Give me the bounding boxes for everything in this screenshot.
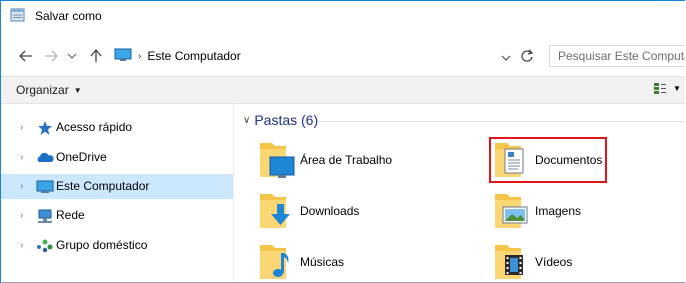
nav-item-label: Rede — [56, 208, 85, 222]
organize-button[interactable]: Organizar ▼ — [16, 83, 82, 97]
documents-highlight-box — [489, 137, 607, 183]
notepad-icon — [10, 8, 26, 22]
folder-music[interactable]: Músicas — [256, 237, 345, 282]
videos-folder-icon — [491, 239, 535, 282]
folder-videos[interactable]: Vídeos — [491, 237, 573, 282]
music-folder-icon — [256, 239, 300, 282]
navigation-bar: › Este Computador Pesquisar Este Computa… — [1, 41, 685, 71]
folder-label: Vídeos — [535, 255, 573, 269]
cloud-icon — [36, 150, 54, 166]
folder-label: Área de Trabalho — [300, 153, 393, 167]
nav-item-label: Acesso rápido — [56, 120, 133, 134]
computer-icon — [36, 179, 54, 195]
organize-label: Organizar — [16, 83, 69, 97]
window-title: Salvar como — [35, 9, 102, 23]
nav-item-label: Grupo doméstico — [56, 238, 148, 252]
search-input[interactable]: Pesquisar Este Computador — [549, 45, 685, 67]
nav-item-network[interactable]: › Rede — [1, 203, 233, 228]
network-icon — [36, 208, 54, 224]
nav-item-onedrive[interactable]: › OneDrive — [1, 145, 233, 170]
computer-icon — [114, 48, 132, 65]
folders-group-header[interactable]: ∨ Pastas (6) — [243, 112, 318, 128]
star-icon — [36, 120, 54, 136]
folder-pictures[interactable]: Imagens — [491, 186, 581, 236]
back-button[interactable] — [17, 47, 35, 65]
collapse-chevron-icon[interactable]: ∨ — [243, 115, 250, 126]
back-arrow-icon — [19, 50, 32, 62]
caret-down-icon: ▼ — [73, 85, 82, 95]
command-bar: Organizar ▼ ▼ — [1, 76, 685, 104]
address-bar[interactable]: › Este Computador — [114, 45, 538, 67]
view-options-icon — [654, 83, 666, 94]
chevron-down-icon — [67, 53, 77, 59]
nav-item-homegroup[interactable]: › Grupo doméstico — [1, 233, 233, 258]
group-divider — [318, 121, 685, 122]
folder-desktop[interactable]: Área de Trabalho — [256, 135, 392, 185]
pictures-folder-icon — [491, 188, 535, 234]
group-title: Pastas (6) — [254, 112, 319, 128]
breadcrumb-item[interactable]: Este Computador — [147, 49, 240, 63]
downloads-folder-icon — [256, 188, 300, 234]
expand-chevron-icon[interactable]: › — [20, 240, 23, 251]
nav-item-this-pc[interactable]: › Este Computador — [1, 174, 233, 199]
expand-chevron-icon[interactable]: › — [20, 122, 23, 133]
nav-item-label: OneDrive — [56, 150, 107, 164]
caret-down-icon: ▼ — [673, 84, 681, 93]
expand-chevron-icon[interactable]: › — [20, 152, 23, 163]
change-view-button[interactable]: ▼ — [653, 82, 681, 95]
up-button[interactable] — [87, 47, 105, 65]
desktop-folder-icon — [256, 137, 300, 183]
title-bar: Salvar como — [1, 1, 685, 31]
forward-button[interactable] — [42, 47, 60, 65]
expand-chevron-icon[interactable]: › — [20, 210, 23, 221]
refresh-icon[interactable] — [519, 48, 535, 64]
nav-item-label: Este Computador — [56, 179, 150, 193]
expand-chevron-icon[interactable]: › — [20, 181, 23, 192]
save-as-dialog: Salvar como › Este Computador Pesquisar … — [0, 0, 685, 283]
forward-arrow-icon — [45, 50, 58, 62]
folder-label: Músicas — [300, 255, 345, 269]
file-list: ∨ Pastas (6) Área de Trabalho Documentos… — [234, 103, 685, 282]
folder-label: Downloads — [300, 204, 360, 218]
folder-downloads[interactable]: Downloads — [256, 186, 359, 236]
breadcrumb-separator-icon: › — [138, 50, 142, 62]
recent-locations-button[interactable] — [63, 47, 81, 65]
folder-label: Imagens — [535, 204, 582, 218]
navigation-pane: › Acesso rápido › OneDrive › Este Comput… — [1, 103, 234, 282]
address-dropdown-icon[interactable] — [501, 51, 511, 65]
up-arrow-icon — [90, 49, 102, 62]
nav-item-quick-access[interactable]: › Acesso rápido — [1, 115, 233, 140]
homegroup-icon — [36, 238, 54, 254]
